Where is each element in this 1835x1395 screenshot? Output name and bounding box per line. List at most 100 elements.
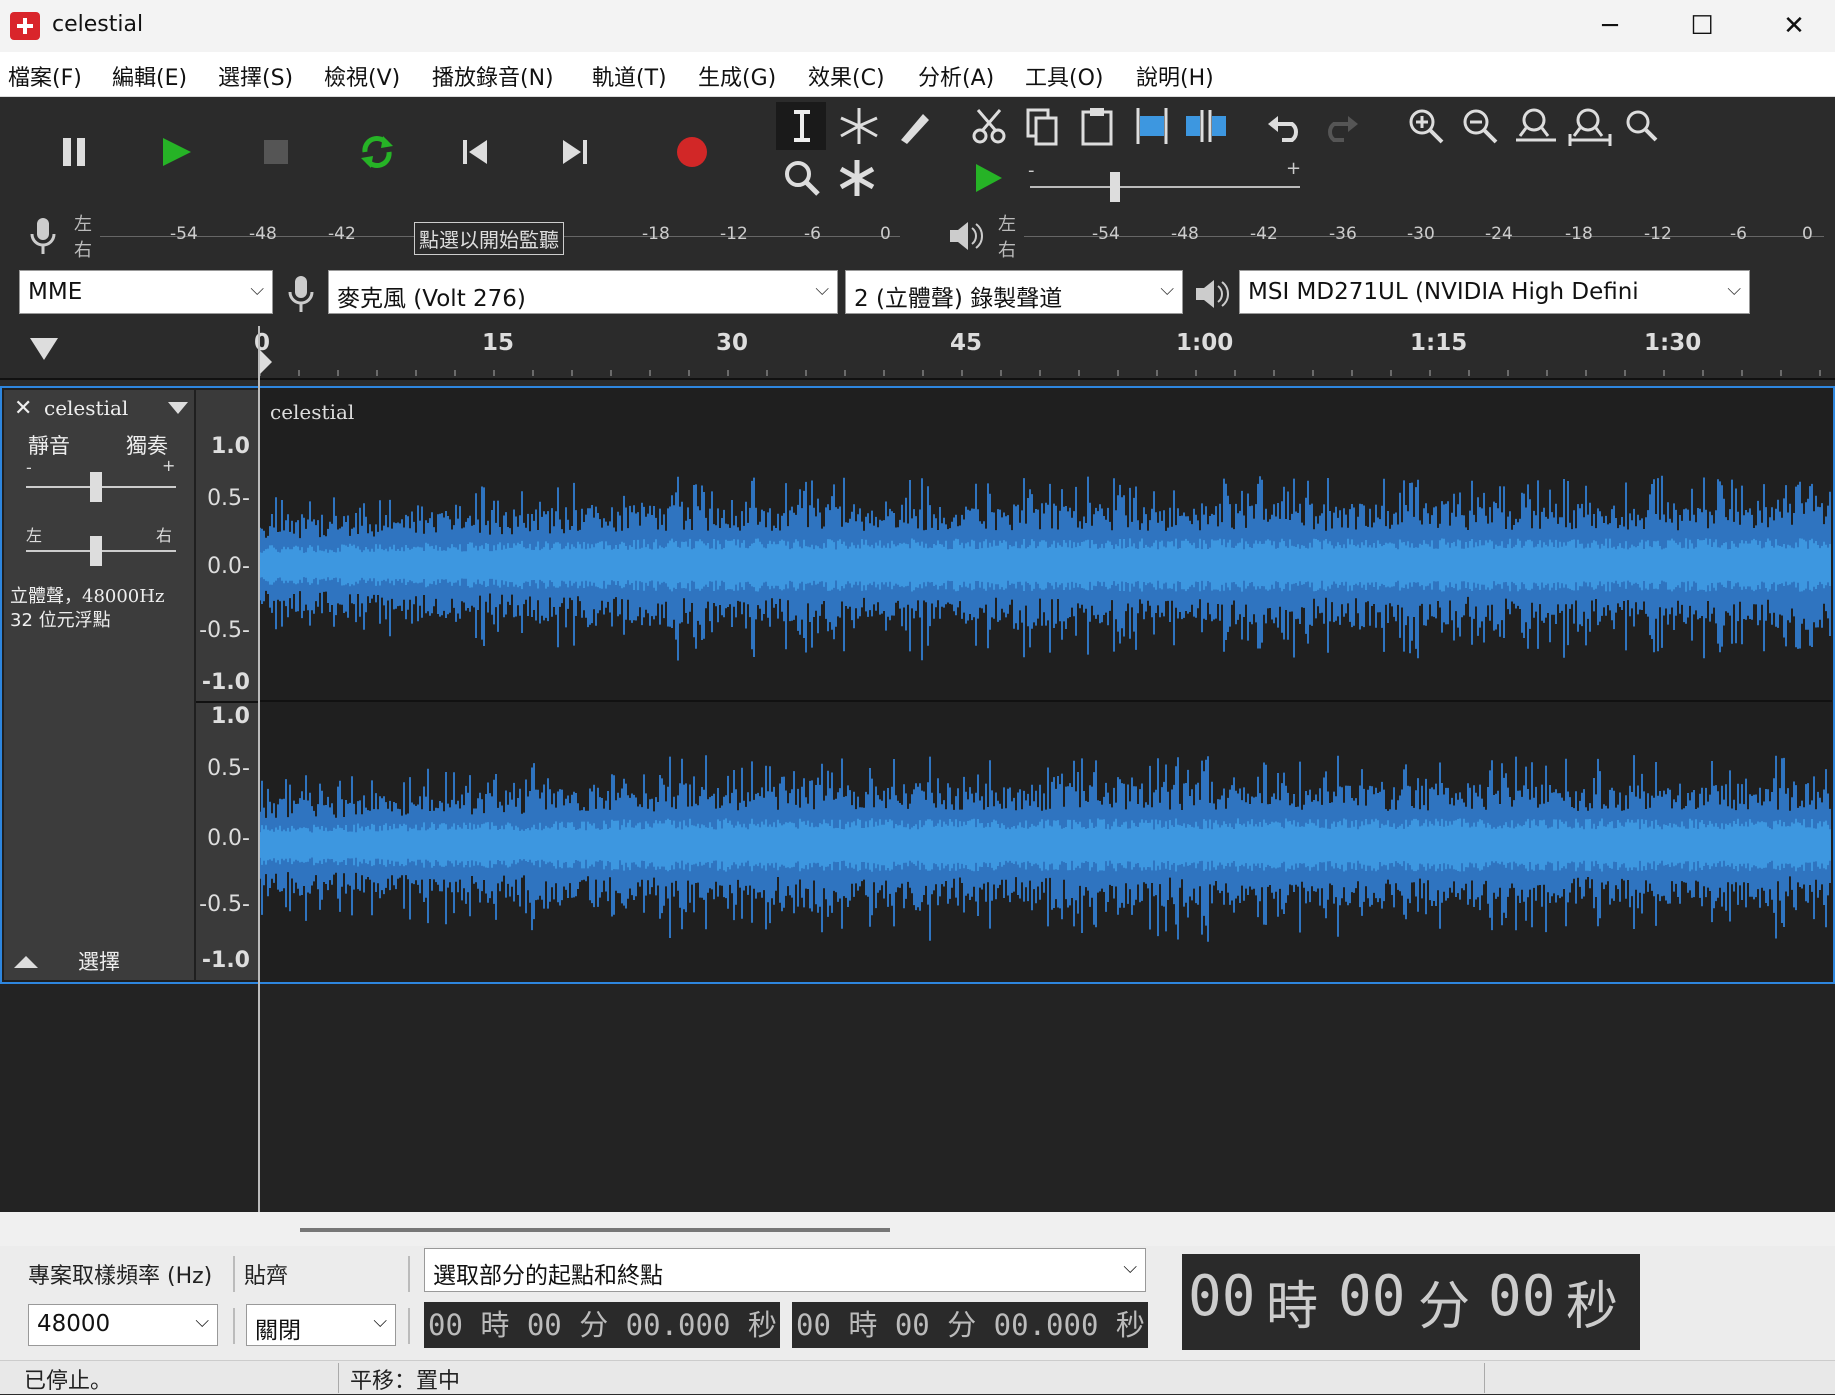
selection-start-time[interactable]: 00 時 00 分 00.000 秒 (424, 1302, 780, 1348)
paste-icon[interactable] (1076, 104, 1120, 148)
copy-icon[interactable] (1022, 104, 1066, 148)
selection-end-time[interactable]: 00 時 00 分 00.000 秒 (792, 1302, 1148, 1348)
zoom-in-icon[interactable] (1404, 104, 1448, 148)
record-meter-tick: -54 (170, 224, 198, 244)
collapse-track-icon[interactable] (12, 952, 40, 970)
time-display[interactable]: 00 時 00 分 00 秒 (1182, 1254, 1640, 1350)
track-control-panel[interactable]: ✕ celestial 靜音 獨奏 - + 左 右 立體聲，48000Hz 32… (4, 390, 194, 980)
y-label: 1.0 (211, 434, 250, 459)
input-mic-icon (288, 276, 314, 312)
recording-channels-select[interactable]: 2 (立體聲) 錄製聲道 ⌵ (845, 270, 1183, 314)
zoom-out-icon[interactable] (1458, 104, 1502, 148)
horizontal-scrollbar[interactable] (0, 1212, 1835, 1246)
time-hours: 00 (1188, 1264, 1256, 1329)
y-label: 0.5- (207, 486, 250, 511)
empty-track-space[interactable] (0, 984, 1835, 1212)
menu-tracks[interactable]: 軌道(T) (592, 60, 667, 92)
silence-audio-icon[interactable] (1182, 104, 1230, 148)
title-bar: celestial ─ ☐ ✕ (0, 0, 1835, 52)
skip-start-icon[interactable] (455, 130, 495, 174)
pan-right-label: 右 (156, 526, 173, 545)
ruler-label: 1:30 (1644, 330, 1702, 356)
scrollbar-thumb[interactable] (300, 1228, 890, 1232)
menu-analyze[interactable]: 分析(A) (918, 60, 994, 92)
close-track-icon[interactable]: ✕ (14, 396, 32, 421)
audio-host-select[interactable]: MME ⌵ (19, 270, 273, 314)
track-sample-format: 32 位元浮點 (10, 610, 111, 631)
play-meter-tick: -6 (1730, 224, 1747, 244)
playback-device-select[interactable]: MSI MD271UL (NVIDIA High Defini ⌵ (1239, 270, 1750, 314)
pan-slider-thumb[interactable] (90, 536, 102, 566)
recording-channels-value: 2 (立體聲) 錄製聲道 (854, 286, 1063, 312)
gain-slider-thumb[interactable] (90, 472, 102, 502)
window-title: celestial (52, 12, 144, 37)
draw-tool-icon[interactable] (893, 104, 937, 148)
select-track-button[interactable]: 選擇 (78, 946, 120, 976)
time-minutes: 00 (1338, 1264, 1406, 1329)
skip-end-icon[interactable] (555, 130, 595, 174)
zoom-toggle-icon[interactable] (1620, 104, 1664, 148)
speed-slider-thumb[interactable] (1110, 172, 1120, 202)
loop-icon[interactable] (355, 130, 399, 174)
zoom-tool-icon[interactable] (780, 156, 824, 200)
menu-help[interactable]: 說明(H) (1136, 60, 1214, 92)
stop-icon[interactable] (255, 130, 295, 174)
envelope-tool-icon[interactable] (835, 104, 883, 148)
snap-select[interactable]: 關閉 ⌵ (246, 1304, 396, 1346)
trim-audio-icon[interactable] (1128, 104, 1176, 148)
menu-view[interactable]: 檢視(V) (324, 60, 400, 92)
y-label: -0.5- (199, 618, 250, 643)
play-meter-tick: -36 (1329, 224, 1357, 244)
selection-tool-icon[interactable] (780, 104, 824, 148)
chevron-down-icon: ⌵ (1123, 1257, 1137, 1278)
amplitude-ruler[interactable]: 1.0 0.5- 0.0- -0.5- -1.0 1.0 0.5- 0.0- -… (196, 390, 258, 980)
track-menu-icon[interactable] (166, 400, 190, 416)
menu-generate[interactable]: 生成(G) (698, 60, 776, 92)
playhead-line-lower (258, 984, 260, 1212)
fit-project-icon[interactable] (1566, 104, 1614, 148)
close-button[interactable]: ✕ (1764, 8, 1824, 44)
monitor-tooltip[interactable]: 點選以開始監聽 (414, 222, 564, 255)
snap-value: 關閉 (255, 1318, 301, 1344)
undo-icon[interactable] (1264, 104, 1308, 148)
record-icon[interactable] (672, 130, 716, 174)
redo-icon (1328, 116, 1358, 142)
play-meter-right-label: 右 (998, 240, 1016, 261)
y-label: 0.5- (207, 756, 250, 781)
menu-edit[interactable]: 編輯(E) (112, 60, 187, 92)
maximize-button[interactable]: ☐ (1672, 8, 1732, 44)
menu-transport[interactable]: 播放錄音(N) (432, 60, 554, 92)
y-label: 0.0- (207, 554, 250, 579)
multi-tool-icon[interactable] (835, 156, 879, 200)
project-rate-select[interactable]: 48000 ⌵ (28, 1304, 218, 1346)
cut-icon[interactable] (968, 104, 1012, 148)
waveform-area[interactable]: celestial (260, 390, 1832, 980)
gain-min-label: - (26, 458, 32, 477)
timeline-ruler[interactable]: 0 15 30 45 1:00 1:15 1:30 (0, 326, 1835, 380)
fit-selection-icon[interactable] (1512, 104, 1560, 148)
minimize-button[interactable]: ─ (1580, 8, 1640, 44)
microphone-icon[interactable] (26, 214, 60, 258)
project-rate-value: 48000 (37, 1311, 111, 1337)
menu-select[interactable]: 選擇(S) (218, 60, 293, 92)
pan-left-label: 左 (26, 526, 43, 545)
menu-effect[interactable]: 效果(C) (808, 60, 885, 92)
playback-status: 已停止。 (24, 1369, 113, 1394)
separator (1484, 1363, 1485, 1393)
play-icon[interactable] (155, 130, 195, 174)
recording-device-select[interactable]: 麥克風 (Volt 276) ⌵ (328, 270, 838, 314)
mute-button[interactable]: 靜音 (28, 430, 70, 460)
separator (338, 1363, 339, 1393)
play-at-speed-icon[interactable] (972, 160, 1006, 196)
app-icon (10, 12, 40, 40)
record-meter-right-label: 右 (74, 240, 92, 261)
menu-tools[interactable]: 工具(O) (1025, 60, 1103, 92)
speaker-icon[interactable] (946, 216, 986, 256)
chevron-down-icon: ⌵ (815, 279, 829, 300)
status-bar: 已停止。 平移：置中 (0, 1360, 1835, 1394)
pause-icon[interactable] (55, 130, 95, 174)
menu-file[interactable]: 檔案(F) (8, 60, 82, 92)
play-meter-tick: 0 (1802, 224, 1813, 244)
selection-mode-select[interactable]: 選取部分的起點和終點 ⌵ (424, 1248, 1146, 1292)
track-name[interactable]: celestial (44, 396, 128, 420)
